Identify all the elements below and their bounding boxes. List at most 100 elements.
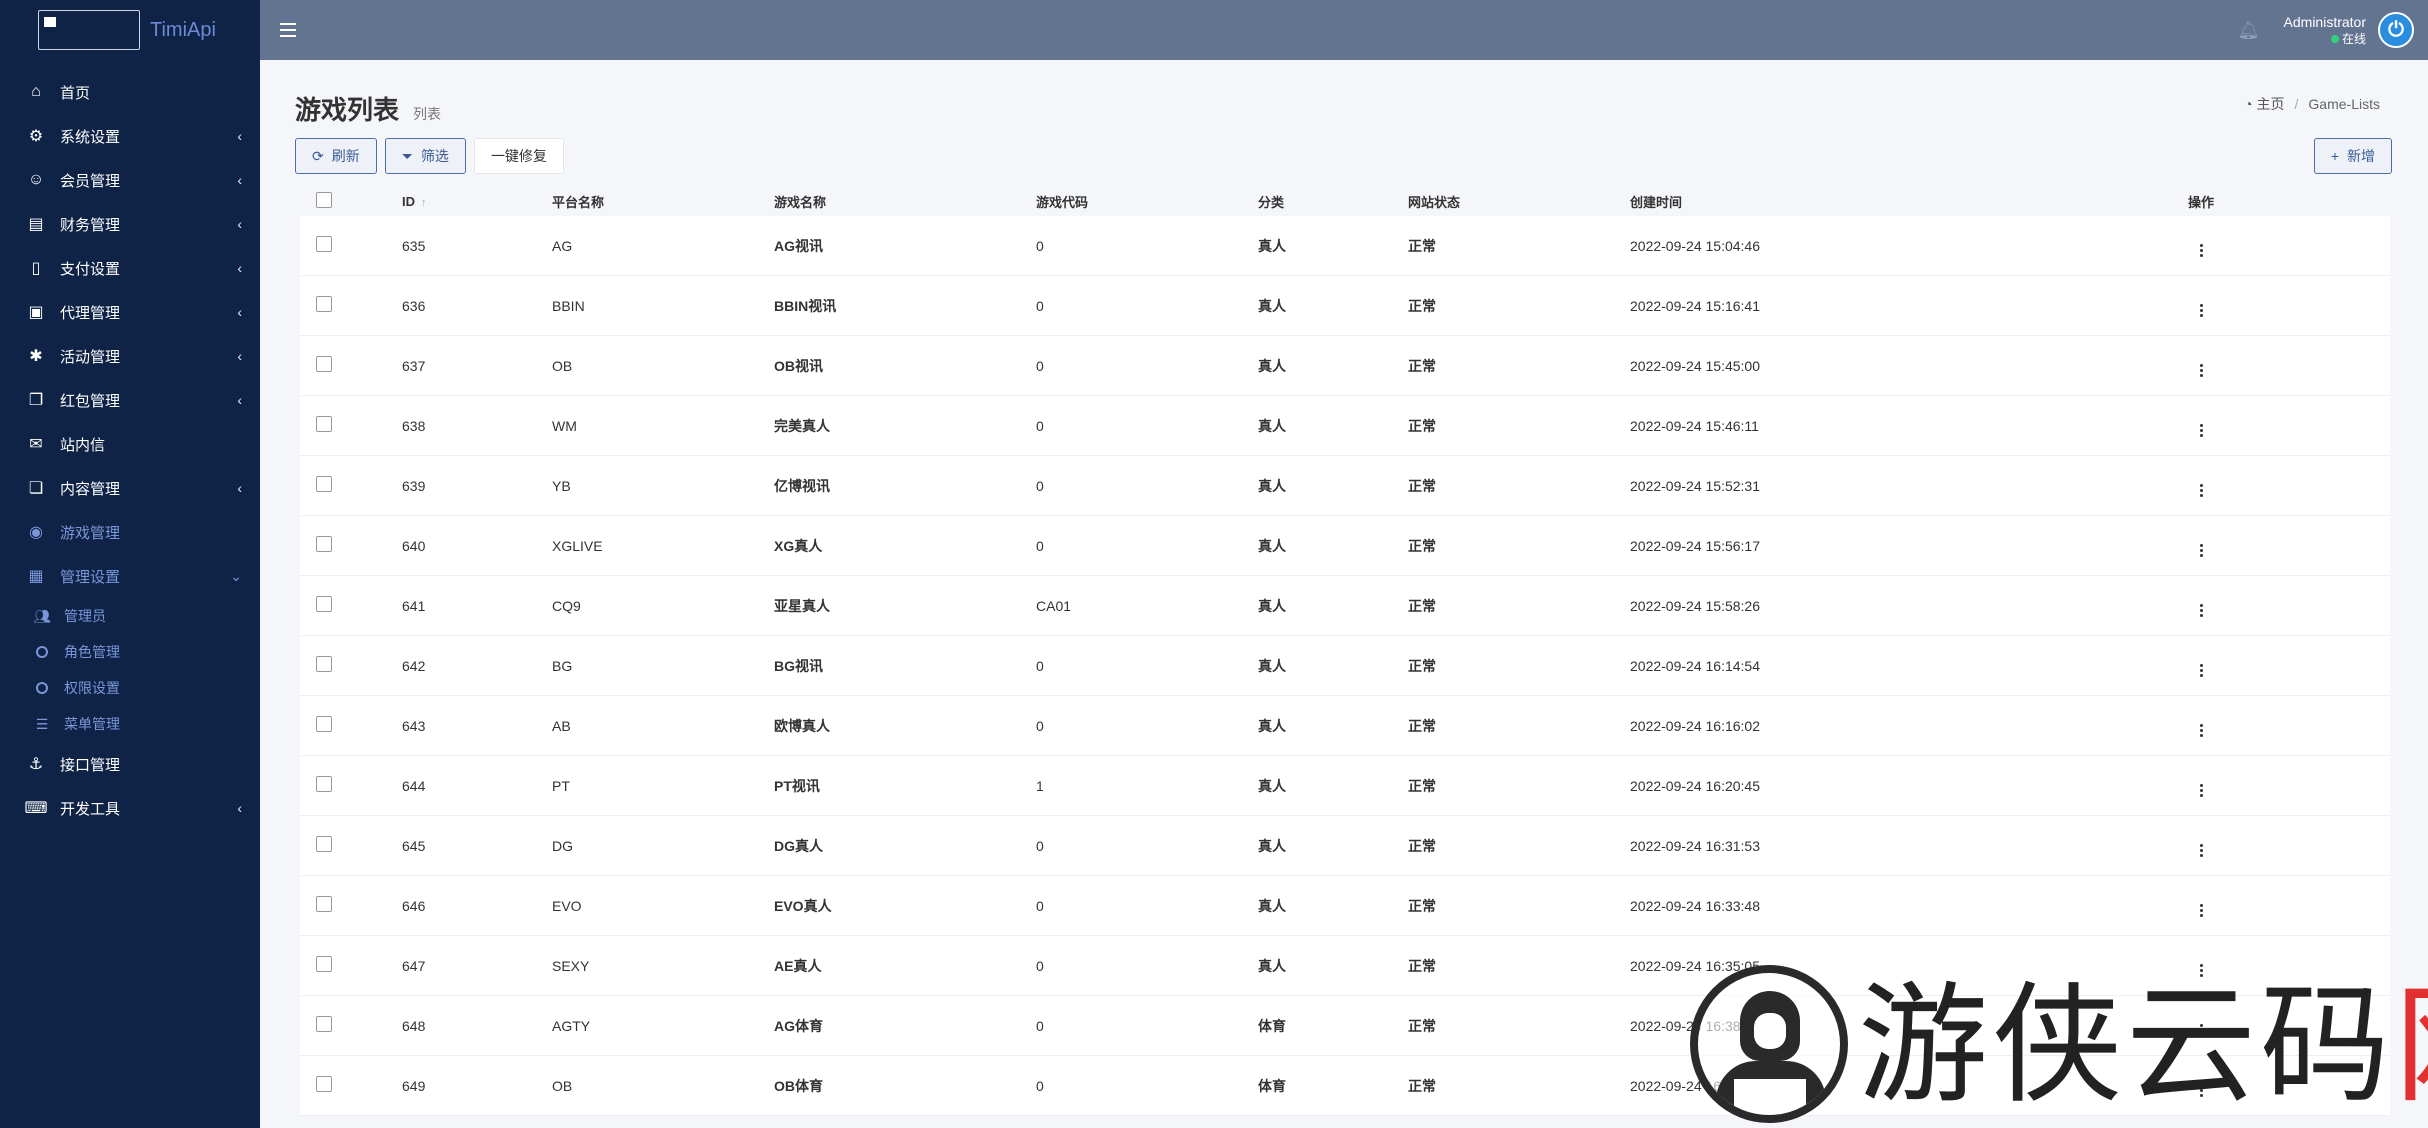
cell-status: 正常 [1408, 1017, 1436, 1034]
table-row[interactable]: 636 BBIN BBIN视讯 0 真人 正常 2022-09-24 15:16:41 [300, 276, 2390, 336]
sidebar-item[interactable]: ❏ 内容管理 ‹ [0, 466, 260, 510]
hamburger-menu-icon[interactable] [280, 23, 296, 37]
table-row[interactable]: 648 AGTY AG体育 0 体育 正常 2022-09-24 16:38:36 [300, 996, 2390, 1056]
cell-code: 0 [1036, 717, 1044, 734]
more-actions-icon[interactable] [2199, 904, 2203, 917]
more-actions-icon[interactable] [2199, 964, 2203, 977]
row-checkbox[interactable] [316, 536, 332, 552]
cell-code: 0 [1036, 1077, 1044, 1094]
sidebar-item-label: 站内信 [60, 436, 106, 454]
row-checkbox[interactable] [316, 776, 332, 792]
sidebar-subitem[interactable]: 👥︎ 管理员 [0, 598, 260, 634]
repair-button[interactable]: 一键修复 [473, 138, 564, 174]
more-actions-icon[interactable] [2199, 604, 2203, 617]
table-row[interactable]: 639 YB 亿博视讯 0 真人 正常 2022-09-24 15:52:31 [300, 456, 2390, 516]
more-actions-icon[interactable] [2199, 724, 2203, 737]
more-actions-icon[interactable] [2199, 304, 2203, 317]
chevron-down-icon: ⌄ [230, 567, 242, 584]
sidebar-item[interactable]: ☺ 会员管理 ‹ [0, 158, 260, 202]
row-checkbox[interactable] [316, 1076, 332, 1092]
row-checkbox[interactable] [316, 716, 332, 732]
toolbar: ⟳ 刷新 ⏷ 筛选 一键修复 [295, 138, 564, 174]
cell-type: 体育 [1258, 1077, 1286, 1094]
id-card-icon: ▦ [28, 568, 44, 585]
add-button[interactable]: + 新增 [2313, 138, 2392, 174]
sidebar-item[interactable]: ❐ 红包管理 ‹ [0, 378, 260, 422]
more-actions-icon[interactable] [2199, 244, 2203, 257]
more-actions-icon[interactable] [2199, 484, 2203, 497]
sidebar-subitem-label: 权限设置 [64, 680, 120, 696]
table-row[interactable]: 649 OB OB体育 0 体育 正常 2022-09-24 16:40:31 [300, 1056, 2390, 1116]
table-row[interactable]: 642 BG BG视讯 0 真人 正常 2022-09-24 16:14:54 [300, 636, 2390, 696]
refresh-button[interactable]: ⟳ 刷新 [295, 138, 377, 174]
sidebar-item[interactable]: ⚓ 接口管理 [0, 742, 260, 786]
row-checkbox[interactable] [316, 476, 332, 492]
row-checkbox[interactable] [316, 356, 332, 372]
row-checkbox[interactable] [316, 656, 332, 672]
cell-platform: EVO [552, 897, 582, 914]
cell-status: 正常 [1408, 597, 1436, 614]
sidebar-item[interactable]: ✱ 活动管理 ‹ [0, 334, 260, 378]
col-type: 分类 [1258, 194, 1285, 210]
table-row[interactable]: 645 DG DG真人 0 真人 正常 2022-09-24 16:31:53 [300, 816, 2390, 876]
table-row[interactable]: 647 SEXY AE真人 0 真人 正常 2022-09-24 16:35:05 [300, 936, 2390, 996]
cell-platform: XGLIVE [552, 537, 603, 554]
row-checkbox[interactable] [316, 296, 332, 312]
power-icon[interactable]: ⏻ [2378, 12, 2414, 48]
sidebar-subitem[interactable]: 权限设置 [0, 670, 260, 706]
bell-icon[interactable]: 🔔︎ [2237, 19, 2260, 41]
more-actions-icon[interactable] [2199, 1024, 2203, 1037]
breadcrumb-home[interactable]: 主页 [2257, 94, 2285, 114]
cell-type: 体育 [1258, 1017, 1286, 1034]
sidebar-item[interactable]: ✉ 站内信 [0, 422, 260, 466]
filter-button[interactable]: ⏷ 筛选 [384, 138, 466, 174]
col-id[interactable]: ID ↑ [402, 194, 552, 209]
table-row[interactable]: 635 AG AG视讯 0 真人 正常 2022-09-24 15:04:46 [300, 216, 2390, 276]
more-actions-icon[interactable] [2199, 784, 2203, 797]
sidebar-subitem[interactable]: ☰ 菜单管理 [0, 706, 260, 742]
more-actions-icon[interactable] [2199, 1084, 2203, 1097]
cell-game: AG视讯 [774, 237, 823, 254]
row-checkbox[interactable] [316, 1016, 332, 1032]
more-actions-icon[interactable] [2199, 364, 2203, 377]
row-checkbox[interactable] [316, 416, 332, 432]
cell-time: 2022-09-24 16:20:45 [1630, 777, 1760, 794]
table-row[interactable]: 641 CQ9 亚星真人 CA01 真人 正常 2022-09-24 15:58:26 [300, 576, 2390, 636]
user-info[interactable]: Administrator 在线 [2284, 13, 2366, 47]
row-checkbox[interactable] [316, 596, 332, 612]
table-row[interactable]: 643 AB 欧博真人 0 真人 正常 2022-09-24 16:16:02 [300, 696, 2390, 756]
row-checkbox[interactable] [316, 836, 332, 852]
more-actions-icon[interactable] [2199, 844, 2203, 857]
page-subtitle: 列表 [413, 106, 442, 122]
sidebar-item-label: 红包管理 [60, 392, 121, 410]
clone-icon: ❐ [28, 392, 44, 409]
dashboard-icon: ◔ [2244, 96, 2253, 112]
more-actions-icon[interactable] [2199, 424, 2203, 437]
sidebar-item[interactable]: ⌂ 首页 [0, 70, 260, 114]
snowflake-icon: ✱ [29, 348, 43, 365]
sidebar-item-label: 管理设置 [60, 568, 121, 586]
table-row[interactable]: 638 WM 完美真人 0 真人 正常 2022-09-24 15:46:11 [300, 396, 2390, 456]
user-status: 在线 [2284, 31, 2366, 47]
table-row[interactable]: 637 OB OB视讯 0 真人 正常 2022-09-24 15:45:00 [300, 336, 2390, 396]
row-checkbox[interactable] [316, 896, 332, 912]
more-actions-icon[interactable] [2199, 544, 2203, 557]
sidebar-item[interactable]: ◉ 游戏管理 [0, 510, 260, 554]
more-actions-icon[interactable] [2199, 664, 2203, 677]
cell-code: 1 [1036, 777, 1044, 794]
sidebar-item[interactable]: ▦ 管理设置 ⌄ [0, 554, 260, 598]
sidebar-item[interactable]: ▯ 支付设置 ‹ [0, 246, 260, 290]
table-row[interactable]: 646 EVO EVO真人 0 真人 正常 2022-09-24 16:33:48 [300, 876, 2390, 936]
sidebar-item[interactable]: ▤ 财务管理 ‹ [0, 202, 260, 246]
sidebar-item[interactable]: ⌨ 开发工具 ‹ [0, 786, 260, 830]
row-checkbox[interactable] [316, 956, 332, 972]
sidebar-subitem[interactable]: 角色管理 [0, 634, 260, 670]
table-row[interactable]: 644 PT PT视讯 1 真人 正常 2022-09-24 16:20:45 [300, 756, 2390, 816]
cell-id: 642 [402, 657, 426, 674]
row-checkbox[interactable] [316, 236, 332, 252]
table-row[interactable]: 640 XGLIVE XG真人 0 真人 正常 2022-09-24 15:56:17 [300, 516, 2390, 576]
sidebar-item[interactable]: ⚙ 系统设置 ‹ [0, 114, 260, 158]
sidebar-item[interactable]: ▣ 代理管理 ‹ [0, 290, 260, 334]
select-all-checkbox[interactable] [316, 191, 332, 208]
brand[interactable]: TimiApi [0, 0, 260, 60]
